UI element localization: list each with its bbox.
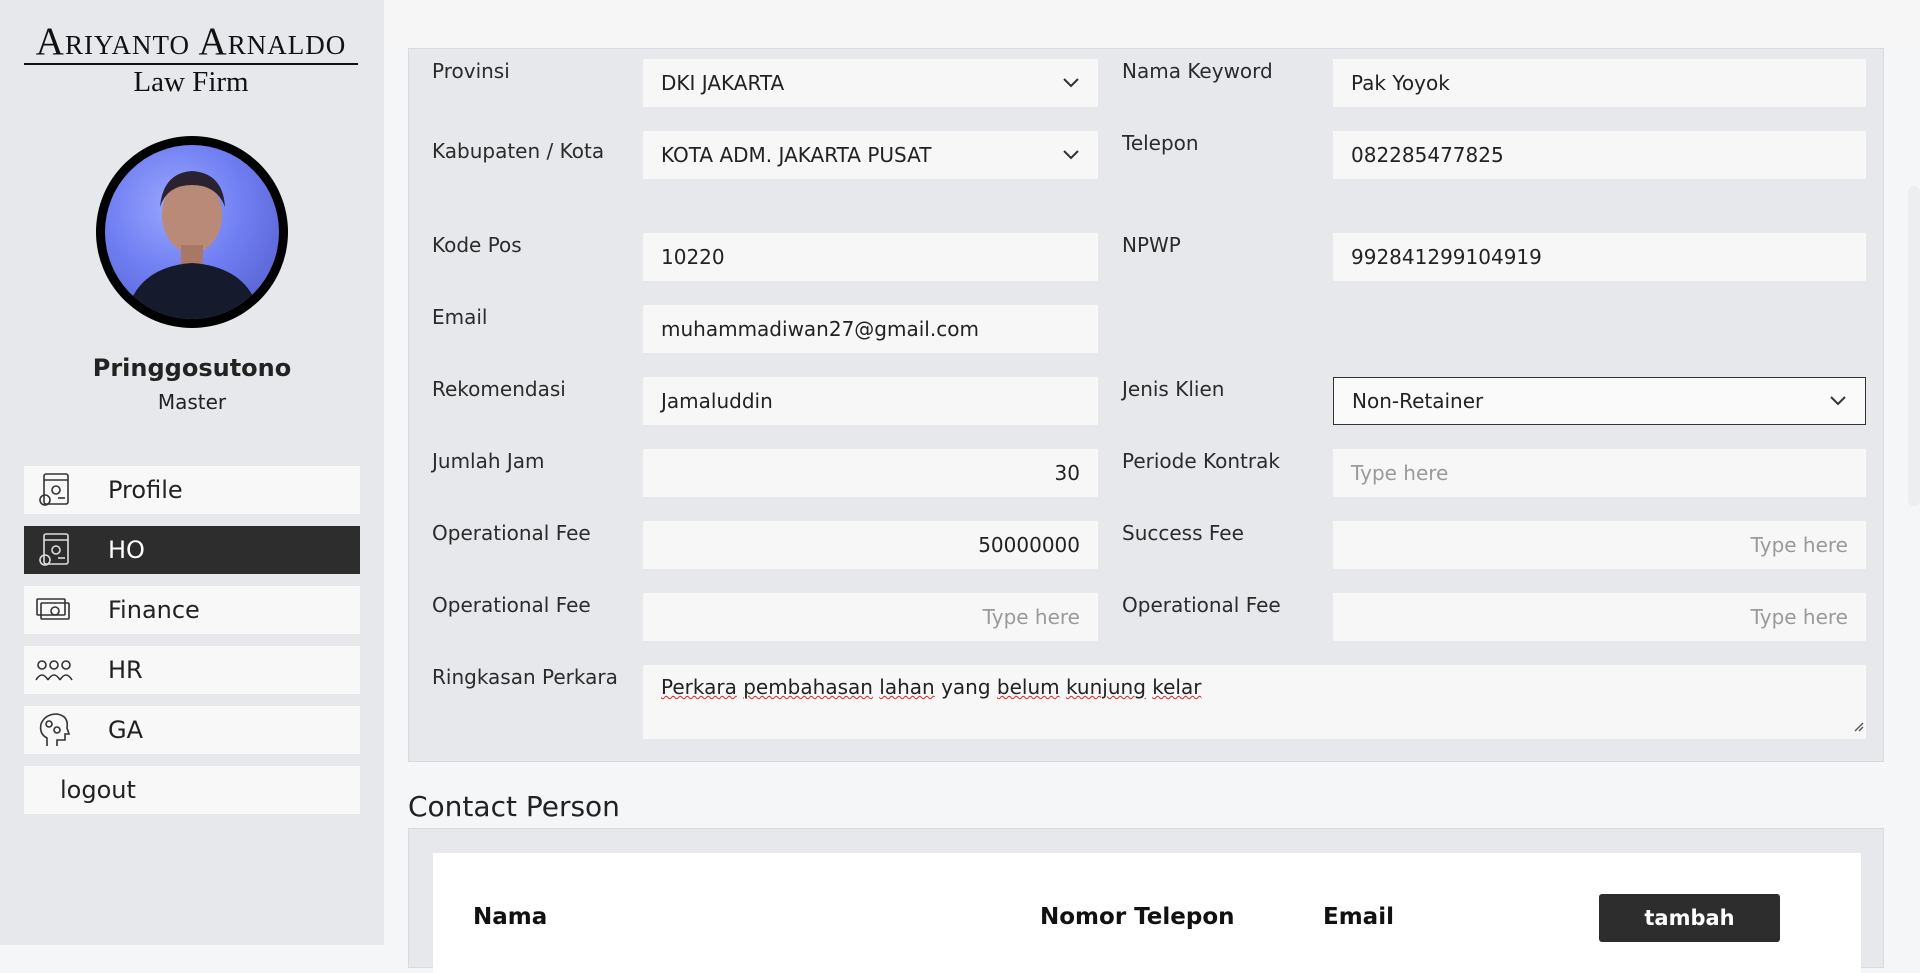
avatar-photo	[105, 145, 279, 319]
column-header-email: Email	[1323, 904, 1394, 930]
periode-kontrak-input[interactable]: Type here	[1333, 449, 1866, 497]
operational-fee-3-input[interactable]: Type here	[1333, 593, 1866, 641]
ringkasan-word: lahan	[879, 675, 935, 699]
jumlah-jam-input[interactable]: 30	[643, 449, 1098, 497]
scrollbar[interactable]	[1908, 186, 1920, 506]
telepon-label: Telepon	[1122, 131, 1199, 155]
jumlah-jam-label: Jumlah Jam	[432, 449, 545, 473]
periode-kontrak-label: Periode Kontrak	[1122, 449, 1280, 473]
add-contact-button[interactable]: tambah	[1599, 894, 1780, 942]
nama-keyword-input[interactable]: Pak Yoyok	[1333, 59, 1866, 107]
client-form: Provinsi DKI JAKARTA Kabupaten / Kota KO…	[408, 48, 1884, 762]
nav-item-ga[interactable]: GA	[24, 706, 360, 754]
jenis-klien-value: Non-Retainer	[1352, 389, 1484, 413]
operational-fee-2-label: Operational Fee	[432, 593, 591, 617]
rekomendasi-label: Rekomendasi	[432, 377, 566, 401]
operational-fee-input[interactable]: 50000000	[643, 521, 1098, 569]
user-role: Master	[157, 390, 227, 414]
nav-item-profile[interactable]: Profile	[24, 466, 360, 514]
column-header-nama: Nama	[473, 904, 548, 930]
provinsi-select[interactable]: DKI JAKARTA	[643, 59, 1098, 107]
ringkasan-word: pembahasan	[743, 675, 873, 699]
provinsi-label: Provinsi	[432, 59, 510, 83]
kode-pos-input[interactable]: 10220	[643, 233, 1098, 281]
contact-person-title: Contact Person	[408, 790, 620, 823]
resize-handle-icon[interactable]	[1852, 713, 1864, 737]
ringkasan-textarea[interactable]: Perkara pembahasan lahan yang belum kunj…	[643, 665, 1866, 739]
column-header-nomor-telepon: Nomor Telepon	[1040, 904, 1235, 930]
ringkasan-label: Ringkasan Perkara	[432, 665, 618, 689]
people-icon	[24, 656, 84, 684]
nav-label: Finance	[108, 596, 200, 624]
ringkasan-word: kunjung	[1065, 675, 1146, 699]
nav-item-hr[interactable]: HR	[24, 646, 360, 694]
nav-item-ho[interactable]: HO	[24, 526, 360, 574]
jenis-klien-select[interactable]: Non-Retainer	[1333, 377, 1866, 425]
nav-label: HR	[108, 656, 143, 684]
telepon-input[interactable]: 082285477825	[1333, 131, 1866, 179]
operational-fee-2-input[interactable]: Type here	[643, 593, 1098, 641]
nav-label: Profile	[108, 476, 183, 504]
ringkasan-word: kelar	[1152, 675, 1202, 699]
avatar	[96, 136, 288, 328]
npwp-label: NPWP	[1122, 233, 1181, 257]
kabupaten-select[interactable]: KOTA ADM. JAKARTA PUSAT	[643, 131, 1098, 179]
email-label: Email	[432, 305, 488, 329]
nama-keyword-label: Nama Keyword	[1122, 59, 1273, 83]
money-icon	[24, 595, 84, 625]
top-bar	[384, 0, 1920, 48]
firm-logo: Ariyanto Arnaldo Law Firm	[24, 22, 358, 97]
jenis-klien-label: Jenis Klien	[1122, 377, 1225, 401]
ringkasan-word: yang	[941, 675, 991, 699]
user-name: Pringgosutono	[92, 354, 292, 382]
ho-settings-icon	[24, 532, 84, 568]
logo-line-2: Law Firm	[133, 66, 249, 98]
main-content: Provinsi DKI JAKARTA Kabupaten / Kota KO…	[384, 0, 1920, 973]
sidebar: Ariyanto Arnaldo Law Firm Pringgosutono …	[0, 0, 384, 945]
operational-fee-3-label: Operational Fee	[1122, 593, 1281, 617]
provinsi-value: DKI JAKARTA	[661, 71, 785, 95]
nav-item-logout[interactable]: logout	[24, 766, 360, 814]
logo-rule	[24, 63, 358, 65]
kabupaten-value: KOTA ADM. JAKARTA PUSAT	[661, 143, 932, 167]
chevron-down-icon	[1062, 146, 1080, 164]
operational-fee-label: Operational Fee	[432, 521, 591, 545]
success-fee-label: Success Fee	[1122, 521, 1244, 545]
kabupaten-label: Kabupaten / Kota	[432, 139, 605, 163]
ringkasan-word: belum	[996, 675, 1060, 699]
kode-pos-label: Kode Pos	[432, 233, 522, 257]
chevron-down-icon	[1829, 392, 1847, 410]
chevron-down-icon	[1062, 74, 1080, 92]
npwp-input[interactable]: 992841299104919	[1333, 233, 1866, 281]
email-input[interactable]: muhammadiwan27@gmail.com	[643, 305, 1098, 353]
nav-label: GA	[108, 716, 144, 744]
nav-label: HO	[108, 536, 145, 564]
nav-item-finance[interactable]: Finance	[24, 586, 360, 634]
profile-settings-icon	[24, 472, 84, 508]
ringkasan-word: Perkara	[661, 675, 737, 699]
rekomendasi-input[interactable]: Jamaluddin	[643, 377, 1098, 425]
logo-line-1: Ariyanto Arnaldo	[35, 20, 347, 63]
success-fee-input[interactable]: Type here	[1333, 521, 1866, 569]
nav-label: logout	[60, 776, 136, 804]
head-gears-icon	[24, 712, 84, 748]
